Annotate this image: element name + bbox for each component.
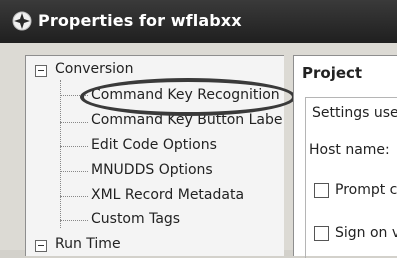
tree-item-xml-record-metadata[interactable]: XML Record Metadata [91,187,244,203]
sign-on-checkbox[interactable] [314,226,329,241]
tree-connector [60,80,61,228]
tree-connector [60,196,88,197]
settings-group-label: Settings use [312,105,397,121]
tree-item-custom-tags[interactable]: Custom Tags [91,211,180,227]
tree-connector [60,220,88,221]
host-name-label: Host name: [309,142,390,158]
sign-on-checkbox-label: Sign on v [335,225,397,241]
collapse-icon[interactable] [35,65,47,77]
window-title: Properties for wflabxx [38,11,242,30]
tree-connector [60,122,88,123]
highlight-ellipse [80,78,296,116]
page-title: Project [302,64,363,82]
collapse-icon[interactable] [35,240,47,252]
tree-item-edit-code-options[interactable]: Edit Code Options [91,137,217,153]
tree-connector [60,146,88,147]
prompt-checkbox-label: Prompt c [335,182,397,198]
title-bar: Properties for wflabxx [0,0,397,43]
tree-item-mnudds-options[interactable]: MNUDDS Options [91,162,213,178]
properties-icon [12,11,32,31]
tree-item-conversion[interactable]: Conversion [55,61,134,77]
tree-connector [60,171,88,172]
prompt-checkbox[interactable] [314,183,329,198]
